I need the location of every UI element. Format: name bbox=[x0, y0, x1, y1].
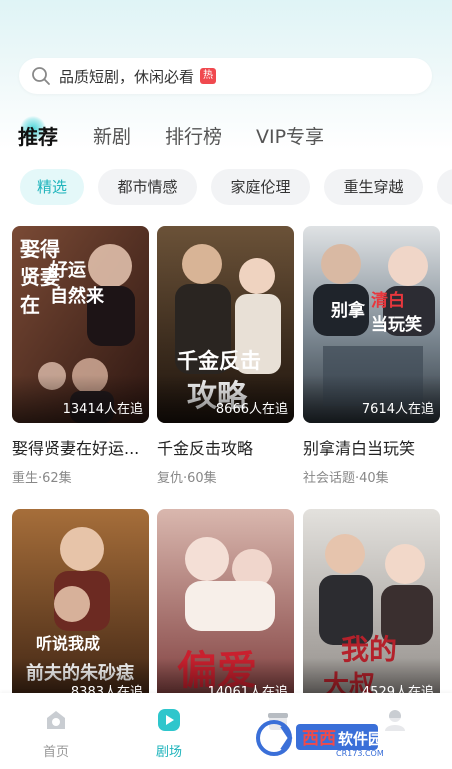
drama-card[interactable]: 千金反击 攻略 8666人在追 千金反击攻略 复仇·60集 bbox=[157, 226, 294, 486]
drama-poster[interactable]: 偏爱 14061人在追 bbox=[157, 509, 294, 706]
drama-tags: 重生·62集 bbox=[12, 471, 72, 486]
svg-text:西西: 西西 bbox=[302, 729, 336, 749]
follower-count: 13414人在追 bbox=[62, 402, 143, 417]
drama-poster[interactable]: 千金反击 攻略 8666人在追 bbox=[157, 226, 294, 423]
follower-count: 7614人在追 bbox=[361, 402, 434, 417]
svg-text:清白: 清白 bbox=[371, 290, 405, 311]
chip-featured[interactable]: 精选 bbox=[20, 169, 84, 205]
category-chips: 精选 都市情感 家庭伦理 重生穿越 bbox=[0, 169, 452, 205]
chip-family-ethics[interactable]: 家庭伦理 bbox=[211, 169, 310, 205]
svg-text:软件园: 软件园 bbox=[338, 730, 383, 748]
drama-poster[interactable]: 我的 大叔 4529人在追 bbox=[303, 509, 440, 706]
svg-text:好运: 好运 bbox=[49, 259, 86, 281]
chip-more[interactable] bbox=[437, 169, 452, 205]
search-bar[interactable]: 品质短剧，休闲必看 热 bbox=[19, 58, 432, 94]
tab-vip[interactable]: VIP专享 bbox=[256, 118, 324, 156]
svg-text:千金反击: 千金反击 bbox=[177, 348, 261, 373]
drama-card[interactable]: 听说我成 前夫的朱砂痣 8383人在追 bbox=[12, 509, 149, 706]
follower-count: 8666人在追 bbox=[215, 402, 288, 417]
drama-title[interactable]: 娶得贤妻在好运... bbox=[12, 435, 149, 459]
nav-home[interactable]: 首页 bbox=[26, 707, 86, 760]
svg-text:自然来: 自然来 bbox=[50, 285, 105, 307]
drama-title[interactable]: 千金反击攻略 bbox=[157, 435, 294, 459]
top-tabs: 推荐 新剧 排行榜 VIP专享 bbox=[0, 116, 452, 158]
nav-home-label: 首页 bbox=[42, 745, 69, 760]
nav-theater-label: 剧场 bbox=[155, 745, 182, 760]
tab-recommend[interactable]: 推荐 bbox=[18, 118, 58, 156]
home-icon bbox=[43, 711, 69, 737]
drama-tags: 复仇·60集 bbox=[157, 471, 217, 486]
watermark-logo: 西西 软件园 CR173.COM bbox=[252, 718, 432, 758]
drama-card[interactable]: 偏爱 14061人在追 bbox=[157, 509, 294, 706]
drama-tags: 社会话题·40集 bbox=[303, 471, 389, 486]
search-icon bbox=[31, 66, 51, 86]
svg-text:别拿: 别拿 bbox=[330, 300, 366, 321]
chip-urban-romance[interactable]: 都市情感 bbox=[98, 169, 197, 205]
svg-text:听说我成: 听说我成 bbox=[36, 634, 100, 653]
tab-ranking[interactable]: 排行榜 bbox=[165, 118, 222, 156]
tab-new[interactable]: 新剧 bbox=[93, 118, 131, 156]
drama-card[interactable]: 我的 大叔 4529人在追 bbox=[303, 509, 440, 706]
chip-rebirth-time-travel[interactable]: 重生穿越 bbox=[324, 169, 423, 205]
drama-card[interactable]: 别拿 清白 当玩笑 7614人在追 别拿清白当玩笑 社会话题·40集 bbox=[303, 226, 440, 486]
search-placeholder: 品质短剧，休闲必看 bbox=[59, 67, 195, 86]
drama-title[interactable]: 别拿清白当玩笑 bbox=[303, 435, 440, 459]
play-icon bbox=[156, 709, 182, 737]
svg-text:CR173.COM: CR173.COM bbox=[336, 749, 384, 758]
drama-card[interactable]: 娶得 贤妻 在 好运 自然来 13414人在追 娶得贤妻在好运... 重生·62… bbox=[12, 226, 149, 486]
nav-theater[interactable]: 剧场 bbox=[139, 707, 199, 760]
drama-poster[interactable]: 别拿 清白 当玩笑 7614人在追 bbox=[303, 226, 440, 423]
drama-poster[interactable]: 听说我成 前夫的朱砂痣 8383人在追 bbox=[12, 509, 149, 706]
drama-poster[interactable]: 娶得 贤妻 在 好运 自然来 13414人在追 bbox=[12, 226, 149, 423]
svg-text:娶得: 娶得 bbox=[20, 237, 60, 261]
hot-badge: 热 bbox=[200, 68, 217, 84]
svg-text:当玩笑: 当玩笑 bbox=[371, 314, 422, 335]
svg-text:在: 在 bbox=[20, 293, 40, 317]
